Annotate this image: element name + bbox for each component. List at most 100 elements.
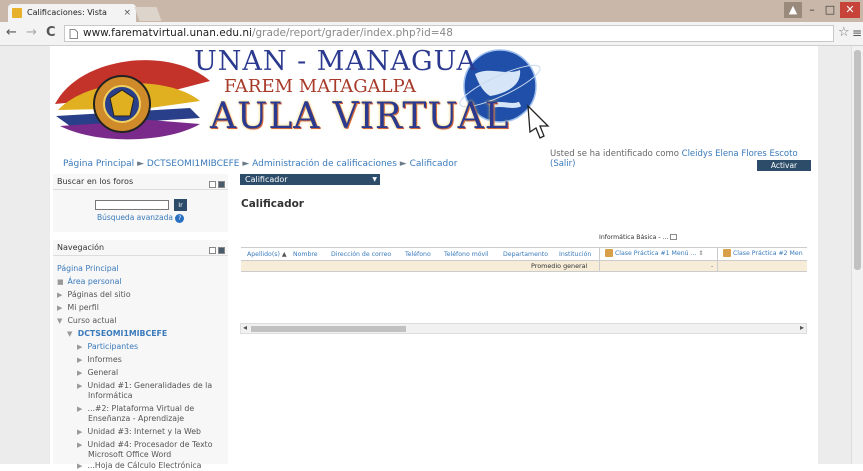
collapse-category-icon[interactable] [670, 234, 678, 240]
browser-tab[interactable]: Calificaciones: Vista × [8, 4, 136, 22]
scroll-thumb[interactable] [251, 326, 406, 332]
scroll-right-icon[interactable]: ▸ [800, 323, 804, 332]
nav-item-course[interactable]: ▼ DCTSEOMI1MIBCEFE [67, 329, 167, 339]
dock-icon[interactable] [218, 247, 225, 254]
nav-item-label: Curso actual [67, 316, 117, 325]
column-header-email[interactable]: Dirección de correo [331, 250, 391, 259]
nav-item-profile[interactable]: ▶ Mi perfil [57, 303, 99, 313]
nav-item-label: Página Principal [57, 264, 119, 273]
category-header: Informática Básica - ... [599, 234, 678, 241]
sort-icon[interactable]: ⇕ [698, 250, 703, 257]
turn-editing-on-button[interactable]: Activar edición [757, 160, 811, 181]
nav-item-label-line2: Enseñanza - Aprendizaje [88, 414, 185, 423]
block-title: Navegación [57, 243, 105, 252]
column-divider [717, 247, 718, 272]
left-sidebar: Buscar en los foros Ir Búsqueda avanzada… [53, 174, 228, 470]
nav-item-label: Participantes [87, 342, 139, 351]
nav-item-current-course[interactable]: ▼ Curso actual [57, 316, 116, 326]
nav-item-unit-5[interactable]: ▶ ...Hoja de Cálculo Electrónica [77, 461, 201, 471]
forward-icon[interactable]: → [26, 26, 37, 40]
column-header-mobile[interactable]: Teléfono móvil [444, 250, 489, 259]
column-label: Apellido(s) [247, 251, 280, 258]
maximize-button[interactable]: □ [822, 2, 838, 18]
site-banner[interactable]: UNAN - MANAGUA FAREM MATAGALPA AULA VIRT… [50, 46, 818, 154]
nav-item-unit-3[interactable]: ▶ Unidad #3: Internet y la Web [77, 427, 201, 437]
bullet-icon: ■ [57, 278, 64, 286]
banner-aula-virtual: AULA VIRTUAL [210, 96, 510, 137]
address-bar[interactable]: www.farematvirtual.unan.edu.ni/grade/rep… [64, 25, 834, 42]
breadcrumb-separator: ► [242, 159, 250, 169]
report-jump-select[interactable]: Calificador ▼ [240, 174, 380, 185]
nav-item-general[interactable]: ▶ General [77, 368, 118, 378]
collapse-icon[interactable] [209, 247, 216, 254]
breadcrumb-course[interactable]: DCTSEOMI1MIBCEFE [147, 159, 240, 169]
nav-item-participants[interactable]: ▶ Participantes [77, 342, 138, 352]
grade-item-label: Clase Práctica #2 Men [732, 250, 803, 257]
expand-arrow-icon: ▶ [77, 462, 83, 470]
browser-menu-icon[interactable]: ≡ [852, 26, 862, 40]
back-icon[interactable]: ← [6, 26, 17, 40]
dock-icon[interactable] [218, 181, 225, 188]
nav-item-site-pages[interactable]: ▶ Páginas del sitio [57, 290, 131, 300]
select-value: Calificador [245, 175, 288, 184]
moodle-page: UNAN - MANAGUA FAREM MATAGALPA AULA VIRT… [50, 46, 818, 470]
bookmark-star-icon[interactable]: ☆ [838, 25, 850, 40]
collapse-icon[interactable] [209, 181, 216, 188]
expand-arrow-icon: ▶ [77, 382, 83, 390]
breadcrumb-home[interactable]: Página Principal [63, 159, 134, 169]
forum-search-input[interactable] [95, 200, 169, 210]
breadcrumb-current[interactable]: Calificador [410, 159, 458, 169]
main-content: Calificador ▼ Calificador Informática Bá… [240, 174, 818, 464]
column-header-department[interactable]: Departamento [503, 250, 548, 259]
url-host: www.farematvirtual.unan.edu.ni [83, 27, 252, 39]
vertical-scrollbar[interactable] [851, 46, 863, 464]
nav-item-label: ...#2: Plataforma Virtual de [87, 404, 195, 413]
tab-title: Calificaciones: Vista [27, 8, 107, 17]
advanced-search-link[interactable]: Búsqueda avanzada ? [97, 213, 185, 223]
nav-item-unit-1[interactable]: ▶ Unidad #1: Generalidades de la Informát… [77, 381, 212, 400]
nav-item-unit-4[interactable]: ▶ Unidad #4: Procesador de Texto Microsof… [77, 440, 213, 459]
page-heading: Calificador [241, 198, 304, 210]
scroll-left-icon[interactable]: ◂ [243, 323, 247, 332]
horizontal-scrollbar[interactable]: ◂ ▸ [240, 323, 807, 334]
column-divider [599, 247, 600, 272]
nav-item-label: DCTSEOMI1MIBCEFE [77, 329, 168, 338]
dropdown-arrow-icon: ▼ [372, 176, 377, 183]
nav-item-unit-2[interactable]: ▶ ...#2: Plataforma Virtual de Enseñanza … [77, 404, 194, 423]
grade-item-1-header[interactable]: Clase Práctica #1 Menú ... ⇕ [605, 249, 704, 258]
grade-item-2-header[interactable]: Clase Práctica #2 Men [723, 249, 807, 258]
search-go-button[interactable]: Ir [174, 199, 187, 211]
nav-item-label-line2: Microsoft Office Word [88, 450, 172, 459]
expand-arrow-icon: ▶ [77, 356, 83, 364]
nav-item-reports[interactable]: ▶ Informes [77, 355, 122, 365]
nav-item-label: Área personal [67, 277, 122, 286]
scroll-thumb[interactable] [854, 50, 861, 270]
column-header-institution[interactable]: Institución [559, 250, 591, 259]
expand-arrow-icon: ▶ [77, 405, 83, 413]
assignment-icon [605, 249, 613, 257]
reload-icon[interactable]: C [46, 26, 56, 40]
column-header-firstname[interactable]: Nombre [293, 250, 318, 259]
grade-item-label: Clase Práctica #1 Menú ... [614, 250, 697, 257]
minimize-button[interactable]: – [804, 2, 820, 18]
breadcrumb-admin[interactable]: Administración de calificaciones [252, 159, 397, 169]
overall-average-label: Promedio general [531, 262, 588, 270]
breadcrumb: Página Principal ► DCTSEOMI1MIBCEFE ► Ad… [63, 159, 457, 169]
nav-item-dashboard[interactable]: ■ Área personal [57, 277, 122, 287]
advanced-search-label: Búsqueda avanzada [97, 213, 173, 222]
nav-item-label: Páginas del sitio [67, 290, 131, 299]
help-icon[interactable]: ? [175, 213, 185, 223]
assignment-icon [723, 249, 731, 257]
column-header-lastname[interactable]: Apellido(s) ▲ [247, 250, 287, 259]
new-tab-button[interactable] [134, 7, 162, 21]
column-header-phone[interactable]: Teléfono [405, 250, 431, 259]
breadcrumb-separator: ► [399, 159, 407, 169]
nav-item-label: Unidad #3: Internet y la Web [87, 427, 202, 436]
browser-titlebar: Calificaciones: Vista × ▲ – □ ✕ [0, 0, 863, 22]
user-profile-icon[interactable]: ▲ [784, 2, 802, 18]
close-window-button[interactable]: ✕ [840, 2, 860, 18]
expand-arrow-icon: ▶ [77, 369, 83, 377]
nav-item-home[interactable]: Página Principal [57, 264, 119, 273]
tab-close-icon[interactable]: × [123, 4, 131, 22]
url-path: /grade/report/grader/index.php?id=48 [251, 27, 453, 39]
